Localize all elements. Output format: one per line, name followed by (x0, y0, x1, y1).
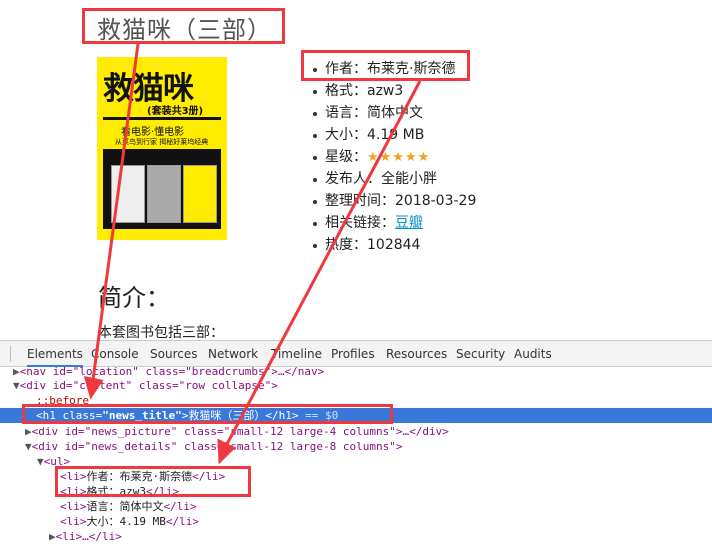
arrow-title-to-h1 (91, 43, 140, 381)
arrowhead-icon (217, 438, 236, 465)
annotation-arrows (83, 43, 422, 465)
arrow-author-to-li (224, 80, 422, 447)
arrowhead-icon (83, 376, 104, 400)
